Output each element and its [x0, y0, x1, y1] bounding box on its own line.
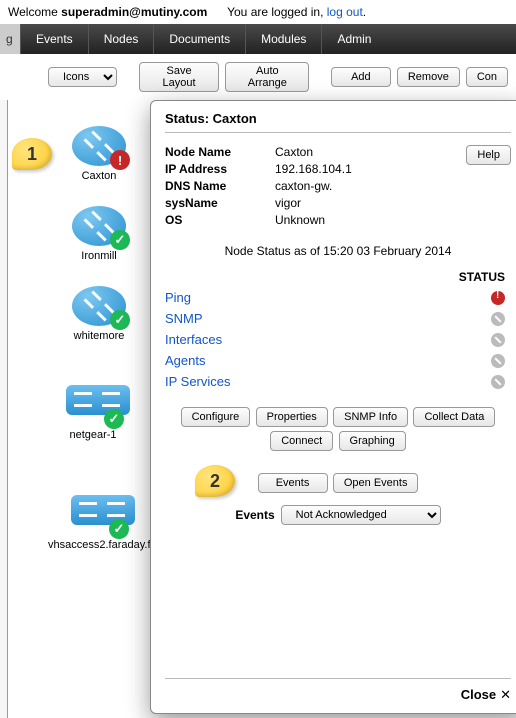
os-value: Unknown: [275, 213, 511, 227]
connect-button[interactable]: Connect: [270, 431, 333, 451]
left-sidebar-edge: [0, 100, 8, 718]
close-label: Close: [461, 687, 496, 702]
node-name-label: Node Name: [165, 145, 275, 159]
os-label: OS: [165, 213, 275, 227]
open-events-button[interactable]: Open Events: [333, 473, 419, 493]
snmp-info-button[interactable]: SNMP Info: [333, 407, 408, 427]
service-ipservices-link[interactable]: IP Services: [165, 374, 491, 389]
service-agents-link[interactable]: Agents: [165, 353, 491, 368]
header: Welcome superadmin@mutiny.com You are lo…: [0, 0, 516, 24]
add-button[interactable]: Add: [331, 67, 391, 87]
status-badge-ok: [110, 310, 130, 330]
service-row: IP Services: [165, 374, 511, 389]
panel-button-row-1: Configure Properties SNMP Info Collect D…: [165, 405, 511, 453]
panel-button-row-2: 2 Events Open Events: [165, 471, 511, 495]
node-name-value: Caxton: [275, 145, 466, 159]
close-icon: ✕: [500, 687, 511, 702]
node-label: whitemore: [54, 330, 144, 342]
callout-1: 1: [12, 138, 52, 170]
navbar: g Events Nodes Documents Modules Admin: [0, 24, 516, 54]
status-badge-ok: [110, 230, 130, 250]
service-snmp-link[interactable]: SNMP: [165, 311, 491, 326]
node-label: vhsaccess2.faraday.fi: [48, 539, 148, 551]
con-button[interactable]: Con: [466, 67, 508, 87]
topology-canvas[interactable]: 1 Caxton Ironmill whitemore netgear-1 vh…: [8, 100, 516, 718]
events-button[interactable]: Events: [258, 473, 328, 493]
status-panel: Status: Caxton Help Node NameCaxton IP A…: [150, 100, 516, 714]
nav-tab-modules[interactable]: Modules: [245, 24, 321, 54]
toolbar: Icons Save Layout Auto Arrange Add Remov…: [0, 54, 516, 100]
nav-tab-admin[interactable]: Admin: [321, 24, 386, 54]
node-label: Ironmill: [54, 250, 144, 262]
status-dot-grey: [491, 333, 505, 347]
nav-tab-partial[interactable]: g: [0, 24, 20, 54]
events-filter-select[interactable]: Not Acknowledged: [281, 505, 441, 525]
logout-link[interactable]: log out: [327, 5, 363, 19]
dns-label: DNS Name: [165, 179, 275, 193]
service-row: Agents: [165, 353, 511, 368]
dns-value: caxton-gw.: [275, 179, 511, 193]
user-link[interactable]: superadmin@mutiny.com: [61, 5, 207, 19]
service-interfaces-link[interactable]: Interfaces: [165, 332, 491, 347]
status-dot-red: [491, 291, 505, 305]
graphing-button[interactable]: Graphing: [339, 431, 406, 451]
node-label: netgear-1: [48, 429, 138, 441]
node-caxton[interactable]: Caxton: [54, 126, 144, 182]
sysname-value: vigor: [275, 196, 511, 210]
collect-data-button[interactable]: Collect Data: [413, 407, 495, 427]
service-row: Interfaces: [165, 332, 511, 347]
nav-tab-documents[interactable]: Documents: [153, 24, 245, 54]
nav-tab-events[interactable]: Events: [20, 24, 88, 54]
node-ironmill[interactable]: Ironmill: [54, 206, 144, 262]
status-dot-grey: [491, 375, 505, 389]
logged-in-text: You are logged in,: [227, 5, 327, 19]
status-dot-grey: [491, 312, 505, 326]
callout-2: 2: [195, 465, 235, 497]
node-vhsaccess[interactable]: vhsaccess2.faraday.fi: [48, 490, 148, 551]
properties-button[interactable]: Properties: [256, 407, 328, 427]
ip-label: IP Address: [165, 162, 275, 176]
view-select[interactable]: Icons: [48, 67, 117, 87]
remove-button[interactable]: Remove: [397, 67, 460, 87]
status-header: STATUS: [165, 270, 511, 284]
help-button[interactable]: Help: [466, 145, 511, 165]
ip-value: 192.168.104.1: [275, 162, 466, 176]
node-whitemore[interactable]: whitemore: [54, 286, 144, 342]
service-row: SNMP: [165, 311, 511, 326]
node-label: Caxton: [54, 170, 144, 182]
service-ping-link[interactable]: Ping: [165, 290, 491, 305]
status-badge-ok: [104, 409, 124, 429]
main-area: 1 Caxton Ironmill whitemore netgear-1 vh…: [0, 100, 516, 718]
status-badge-ok: [109, 519, 129, 539]
status-time: Node Status as of 15:20 03 February 2014: [165, 244, 511, 258]
status-dot-grey: [491, 354, 505, 368]
save-layout-button[interactable]: Save Layout: [139, 62, 220, 92]
welcome-text: Welcome: [8, 5, 61, 19]
nav-tab-nodes[interactable]: Nodes: [88, 24, 154, 54]
service-row: Ping: [165, 290, 511, 305]
close-button[interactable]: Close ✕: [165, 678, 511, 703]
node-netgear1[interactable]: netgear-1: [48, 380, 138, 441]
status-badge-error: [110, 150, 130, 170]
auto-arrange-button[interactable]: Auto Arrange: [225, 62, 309, 92]
events-filter-row: Events Not Acknowledged: [165, 505, 511, 525]
sysname-label: sysName: [165, 196, 275, 210]
panel-title: Status: Caxton: [165, 111, 511, 133]
events-label: Events: [235, 508, 274, 522]
configure-button[interactable]: Configure: [181, 407, 251, 427]
